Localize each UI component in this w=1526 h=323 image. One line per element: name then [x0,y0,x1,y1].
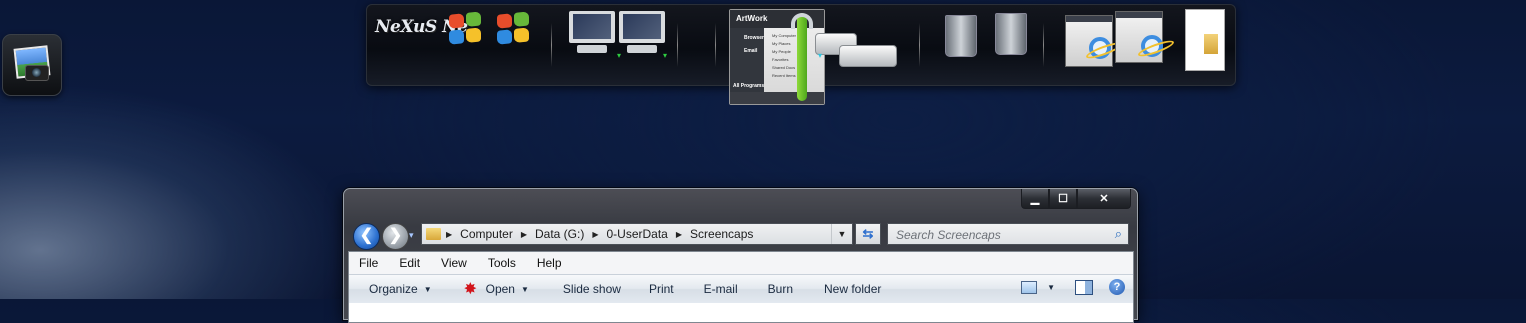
hard-drive-icon[interactable] [839,45,897,67]
dock-separator [919,23,920,67]
print-button[interactable]: Print [633,282,686,296]
internet-explorer-icon[interactable] [1141,35,1163,57]
monitor-icon[interactable] [569,11,615,55]
burn-button[interactable]: Burn [750,282,805,296]
windows-flag-icon[interactable] [449,11,483,47]
nexus-dock: NeXuS Ne ▾ ▾ ArtWork Browser Email My Co… [366,4,1236,105]
artwork-left-item: Browser [744,35,765,41]
recycle-bin-empty-icon[interactable] [945,15,977,57]
breadcrumb-computer[interactable]: Computer [460,227,513,241]
organize-label: Organize [369,282,418,296]
running-indicator: ▾ [617,51,622,60]
organize-button[interactable]: Organize ▼ [349,282,444,296]
open-app-icon [464,279,480,299]
menu-bar: File Edit View Tools Help [349,252,1133,274]
breadcrumb: ▶ Computer ▶ Data (G:) ▶ 0-UserData ▶ Sc… [446,227,753,241]
artwork-footer-label: All Programs [733,83,765,89]
menu-tools[interactable]: Tools [478,256,523,270]
dock-separator [715,23,716,67]
address-dropdown[interactable]: ▼ [831,224,852,244]
open-button[interactable]: Open ▼ [444,279,541,299]
breadcrumb-screencaps[interactable]: Screencaps [690,227,753,241]
menu-view[interactable]: View [431,256,474,270]
chevron-down-icon[interactable]: ▼ [1047,283,1055,292]
open-label: Open [485,282,515,296]
slideshow-button[interactable]: Slide show [541,282,633,296]
close-button[interactable]: ✕ [1077,189,1131,209]
photo-viewer-icon[interactable] [2,34,62,96]
breadcrumb-separator[interactable]: ▶ [592,230,598,239]
dock-separator [551,23,552,67]
folder-window-icon[interactable] [1185,9,1225,71]
preview-pane-icon[interactable] [1075,279,1093,295]
forward-button[interactable]: ❯ [382,223,409,250]
address-bar[interactable]: ▶ Computer ▶ Data (G:) ▶ 0-UserData ▶ Sc… [421,223,853,245]
running-indicator: ▾ [818,51,823,60]
breadcrumb-data-drive[interactable]: Data (G:) [535,227,584,241]
recycle-bin-full-icon[interactable] [995,13,1027,55]
breadcrumb-userdata[interactable]: 0-UserData [607,227,668,241]
search-input[interactable]: Search Screencaps ⌕ [887,223,1129,245]
folder-icon [426,228,441,240]
menu-help[interactable]: Help [527,256,569,270]
refresh-button[interactable]: ⇆ [855,223,881,245]
breadcrumb-separator[interactable]: ▶ [676,230,682,239]
view-controls: ▼ ? [1021,279,1125,295]
chevron-down-icon: ▼ [423,284,432,294]
maximize-button[interactable]: ☐ [1049,189,1077,209]
monitor-icon[interactable] [619,11,665,55]
wrench-icon[interactable] [791,13,813,101]
new-folder-button[interactable]: New folder [805,282,893,296]
minimize-button[interactable]: ▁ [1021,189,1049,209]
internet-explorer-icon[interactable] [1089,37,1111,59]
explorer-window: ▁ ☐ ✕ ❮ ❯ ▾ ▶ Computer ▶ Data (G:) ▶ 0-U… [343,188,1138,323]
menu-file[interactable]: File [349,256,385,270]
dock-separator [1043,23,1044,67]
windows-flag-icon[interactable] [497,11,531,47]
dock-separator [677,23,678,67]
chevron-down-icon[interactable]: ▼ [521,285,529,294]
change-view-icon[interactable] [1021,280,1038,294]
caption-buttons: ▁ ☐ ✕ [1021,189,1131,209]
running-indicator: ▾ [663,51,668,60]
breadcrumb-separator[interactable]: ▶ [521,230,527,239]
help-icon[interactable]: ? [1109,279,1125,295]
menu-edit[interactable]: Edit [389,256,427,270]
recent-pages-dropdown[interactable]: ▾ [409,230,414,241]
artwork-left-item: Email [744,48,758,54]
search-icon[interactable]: ⌕ [1115,226,1122,242]
breadcrumb-separator[interactable]: ▶ [446,230,452,239]
search-placeholder: Search Screencaps [896,228,1001,242]
email-button[interactable]: E-mail [686,282,750,296]
camera-image [25,65,49,81]
back-button[interactable]: ❮ [353,223,380,250]
explorer-content: File Edit View Tools Help Organize ▼ Ope… [348,251,1134,323]
